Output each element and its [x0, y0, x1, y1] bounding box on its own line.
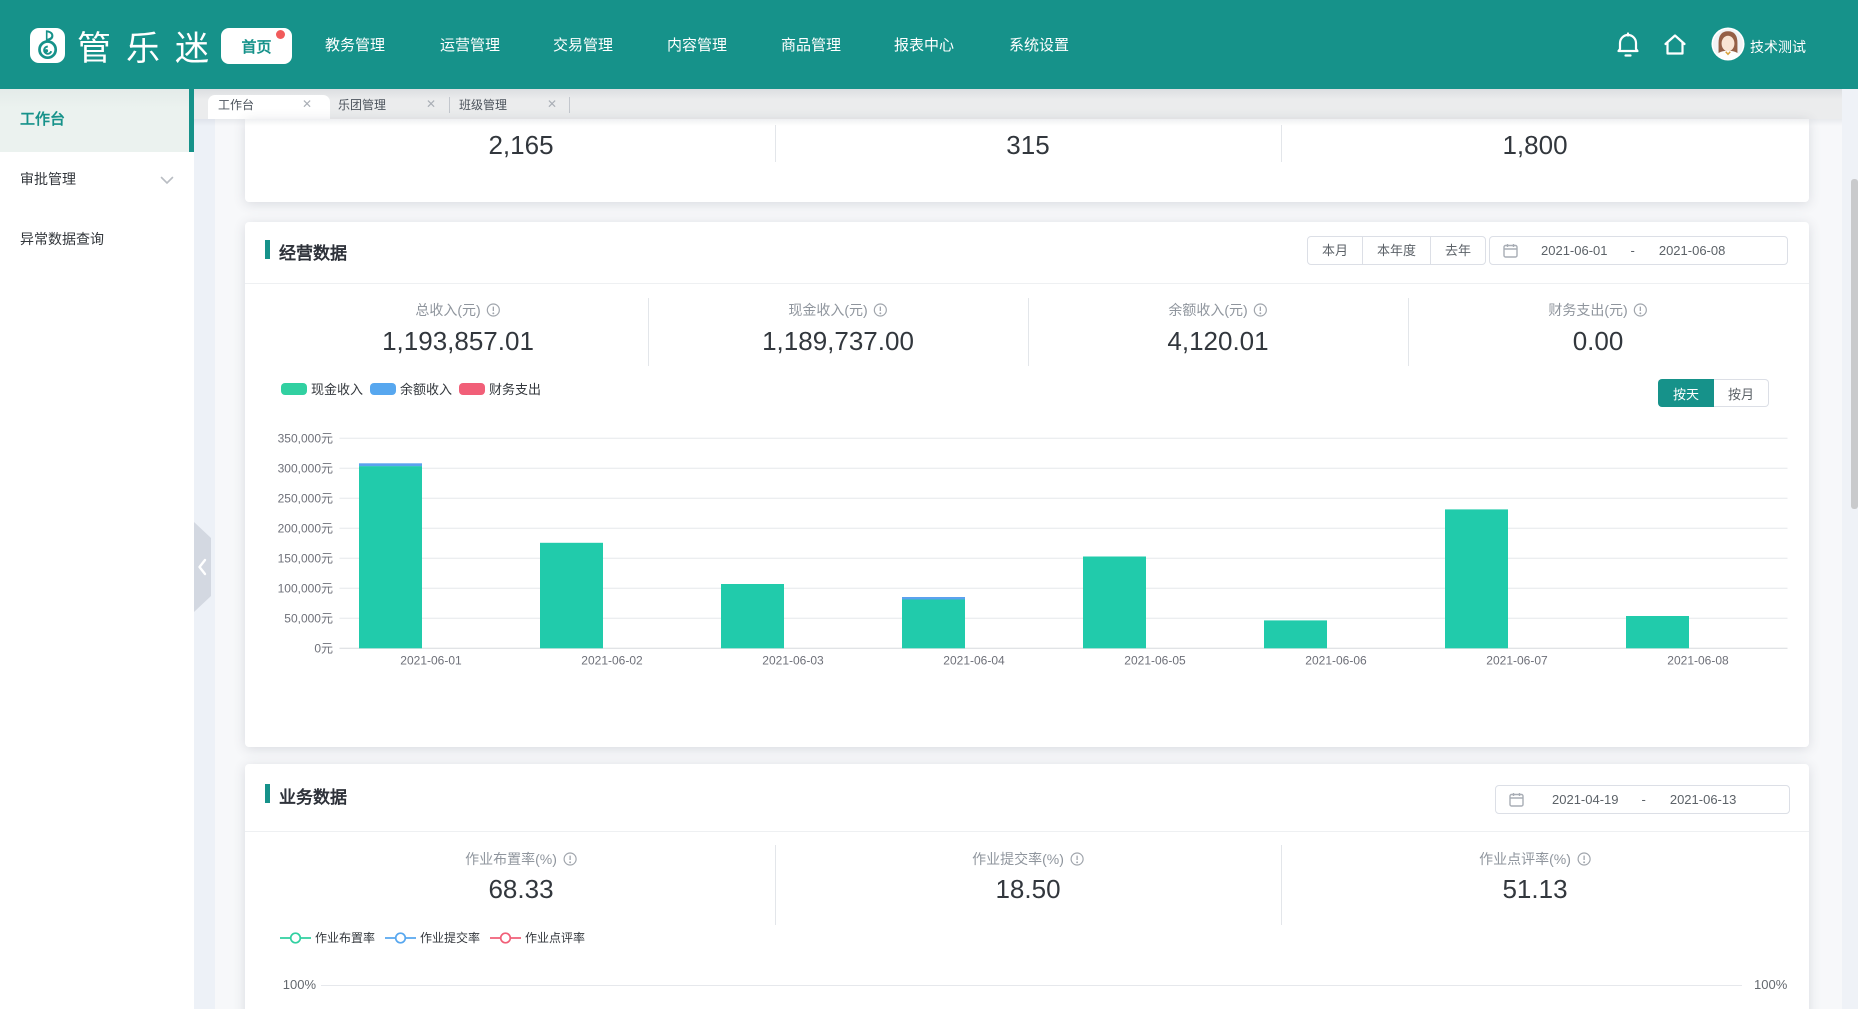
svg-text:2021-06-02: 2021-06-02 — [581, 654, 643, 668]
svg-text:2021-06-01: 2021-06-01 — [400, 654, 462, 668]
svg-text:300,000元: 300,000元 — [278, 461, 333, 475]
svg-text:2021-06-07: 2021-06-07 — [1486, 654, 1548, 668]
svg-text:2021-06-03: 2021-06-03 — [762, 654, 824, 668]
svg-text:250,000元: 250,000元 — [278, 491, 333, 505]
svg-text:150,000元: 150,000元 — [278, 551, 333, 565]
svg-text:350,000元: 350,000元 — [278, 431, 333, 445]
svg-text:2021-06-06: 2021-06-06 — [1305, 654, 1367, 668]
svg-text:100,000元: 100,000元 — [278, 581, 333, 595]
svg-text:0元: 0元 — [314, 641, 333, 655]
svg-text:50,000元: 50,000元 — [284, 611, 333, 625]
svg-text:2021-06-08: 2021-06-08 — [1667, 654, 1729, 668]
svg-text:2021-06-05: 2021-06-05 — [1124, 654, 1186, 668]
svg-text:200,000元: 200,000元 — [278, 521, 333, 535]
svg-text:2021-06-04: 2021-06-04 — [943, 654, 1005, 668]
